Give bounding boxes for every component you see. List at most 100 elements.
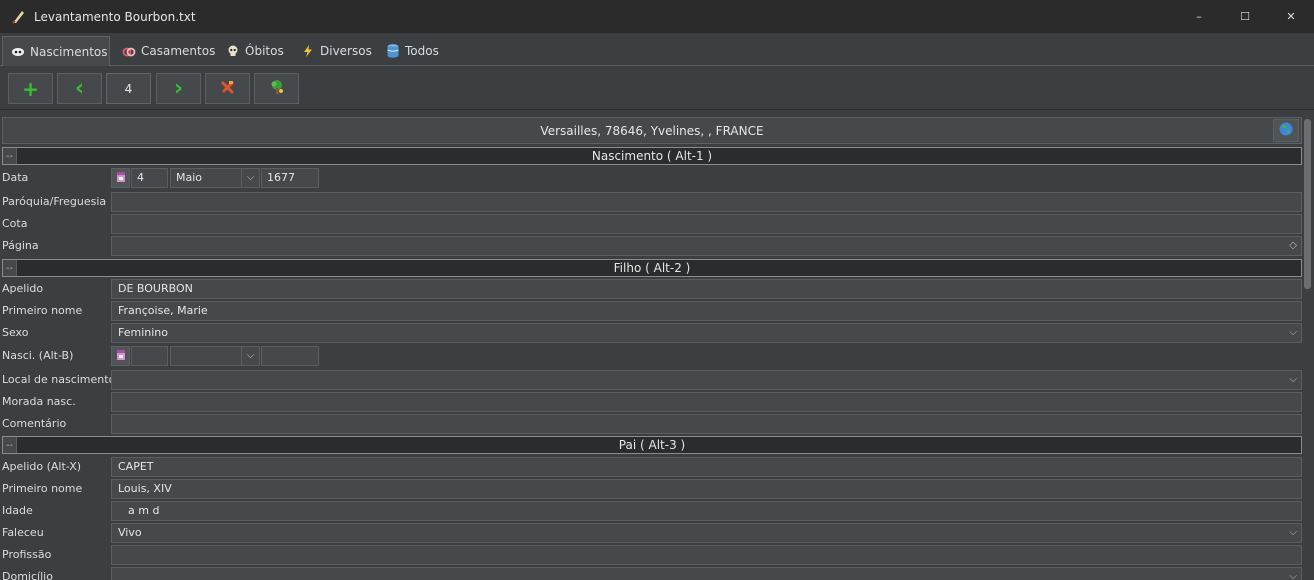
- domicilio-select[interactable]: ⌵: [111, 567, 1302, 580]
- pai-primeiro-nome-label: Primeiro nome: [2, 482, 83, 495]
- delete-icon: [221, 80, 235, 97]
- collapse-toggle[interactable]: --: [3, 260, 17, 276]
- pai-apelido-label: Apelido (Alt-X): [2, 460, 82, 473]
- tab-casamentos[interactable]: Casamentos: [114, 36, 223, 66]
- filho-apelido-row: Apelido DE BOURBON: [2, 278, 1302, 300]
- pai-apelido-field[interactable]: CAPET: [111, 457, 1302, 477]
- pagina-stepper[interactable]: ◇: [111, 236, 1302, 256]
- paroquia-label: Paróquia/Freguesia: [2, 195, 107, 208]
- idade-label: Idade: [2, 504, 33, 517]
- nasci-row: Nasci. (Alt-B) ⌵: [2, 345, 1302, 367]
- maximize-button[interactable]: ☐: [1222, 0, 1268, 33]
- filho-primeiro-nome-field[interactable]: Françoise, Marie: [111, 301, 1302, 321]
- location-text: Versailles, 78646, Yvelines, , FRANCE: [540, 123, 764, 138]
- tab-label: Diversos: [320, 44, 372, 58]
- nasci-year-field[interactable]: [261, 346, 319, 366]
- comentario-field[interactable]: [111, 414, 1302, 434]
- local-nascimento-select[interactable]: ⌵: [111, 370, 1302, 390]
- lightning-icon: [301, 44, 315, 58]
- tab-obitos[interactable]: Óbitos: [218, 36, 292, 66]
- record-number-field[interactable]: 4: [106, 73, 151, 104]
- location-bar[interactable]: Versailles, 78646, Yvelines, , FRANCE: [2, 117, 1302, 144]
- window-title: Levantamento Bourbon.txt: [34, 9, 196, 24]
- record-form: Versailles, 78646, Yvelines, , FRANCE --…: [0, 115, 1314, 580]
- next-record-button[interactable]: ›: [156, 73, 201, 104]
- chevron-down-icon: ⌵: [241, 169, 259, 187]
- stepper-icon[interactable]: ◇: [1289, 237, 1297, 255]
- collapse-toggle[interactable]: --: [3, 437, 17, 453]
- filho-apelido-field[interactable]: DE BOURBON: [111, 279, 1302, 299]
- section-pai: -- Pai ( Alt-3 ): [2, 436, 1302, 454]
- skull-icon: [226, 44, 240, 58]
- vertical-scrollbar[interactable]: [1304, 119, 1311, 289]
- sexo-select[interactable]: Feminino ⌵: [111, 323, 1302, 343]
- quill-icon: [10, 9, 26, 25]
- sexo-label: Sexo: [2, 326, 29, 339]
- apelido-label: Apelido: [2, 282, 44, 295]
- globe-button[interactable]: [1273, 119, 1299, 142]
- faleceu-select[interactable]: Vivo ⌵: [111, 523, 1302, 543]
- cota-label: Cota: [2, 217, 28, 230]
- tab-label: Óbitos: [245, 44, 284, 58]
- section-nascimento: -- Nascimento ( Alt-1 ): [2, 147, 1302, 165]
- calendar-button[interactable]: [111, 346, 130, 366]
- chevron-down-icon: ⌵: [1289, 374, 1297, 385]
- profissao-field[interactable]: [111, 545, 1302, 565]
- comentario-label: Comentário: [2, 417, 67, 430]
- cota-row: Cota: [2, 213, 1302, 235]
- rings-icon: [122, 44, 136, 58]
- section-title: Pai ( Alt-3 ): [618, 438, 686, 452]
- faleceu-label: Faleceu: [2, 526, 44, 539]
- paroquia-row: Paróquia/Freguesia: [2, 191, 1302, 213]
- tab-label: Casamentos: [141, 44, 216, 58]
- faleceu-row: Faleceu Vivo ⌵: [2, 522, 1302, 544]
- database-icon: [386, 44, 400, 58]
- tab-todos[interactable]: Todos: [378, 36, 447, 66]
- pai-primeiro-nome-field[interactable]: Louis, XIV: [111, 479, 1302, 499]
- chevron-left-icon: ‹: [74, 76, 85, 101]
- birth-day-field[interactable]: 4: [131, 168, 168, 188]
- previous-record-button[interactable]: ‹: [57, 73, 102, 104]
- data-label: Data: [2, 171, 29, 184]
- profissao-row: Profissão: [2, 544, 1302, 566]
- birth-year-field[interactable]: 1677: [261, 168, 319, 188]
- section-title: Nascimento ( Alt-1 ): [591, 149, 713, 163]
- pai-apelido-row: Apelido (Alt-X) CAPET: [2, 456, 1302, 478]
- minimize-button[interactable]: –: [1176, 0, 1222, 33]
- chevron-down-icon: ⌵: [241, 347, 259, 365]
- domicilio-label: Domicílio: [2, 570, 53, 580]
- idade-row: Idade a m d: [2, 500, 1302, 522]
- tab-label: Todos: [405, 44, 439, 58]
- add-record-button[interactable]: +: [8, 73, 53, 104]
- sexo-value: Feminino: [118, 326, 168, 339]
- tab-diversos[interactable]: Diversos: [293, 36, 380, 66]
- cota-field[interactable]: [111, 214, 1302, 234]
- idade-field[interactable]: a m d: [111, 501, 1302, 521]
- nasci-day-field[interactable]: [131, 346, 168, 366]
- paroquia-field[interactable]: [111, 192, 1302, 212]
- delete-record-button[interactable]: [205, 73, 250, 104]
- close-button[interactable]: ✕: [1268, 0, 1314, 33]
- section-title: Filho ( Alt-2 ): [613, 261, 691, 275]
- sexo-row: Sexo Feminino ⌵: [2, 322, 1302, 344]
- tab-bar: Nascimentos Casamentos Óbitos Diversos T…: [0, 33, 1314, 66]
- calendar-button[interactable]: [111, 168, 130, 188]
- morada-row: Morada nasc.: [2, 391, 1302, 413]
- chevron-down-icon: ⌵: [1289, 527, 1297, 538]
- family-tree-button[interactable]: [254, 73, 299, 104]
- data-row: Data 4 Maio ⌵ 1677: [2, 167, 1302, 189]
- chevron-down-icon: ⌵: [1289, 327, 1297, 338]
- morada-label: Morada nasc.: [2, 395, 76, 408]
- title-bar: Levantamento Bourbon.txt – ☐ ✕: [0, 0, 1314, 33]
- local-nascimento-row: Local de nascimento ⌵: [2, 369, 1302, 391]
- collapse-toggle[interactable]: --: [3, 148, 17, 164]
- birth-month-select[interactable]: Maio ⌵: [170, 168, 260, 188]
- morada-field[interactable]: [111, 392, 1302, 412]
- tab-nascimentos[interactable]: Nascimentos: [2, 36, 110, 66]
- chevron-down-icon: ⌵: [1289, 571, 1297, 580]
- chevron-right-icon: ›: [173, 76, 184, 101]
- calendar-icon: [116, 170, 126, 186]
- globe-icon: [1279, 122, 1293, 139]
- nasci-month-select[interactable]: ⌵: [170, 346, 260, 366]
- primeiro-nome-label: Primeiro nome: [2, 304, 83, 317]
